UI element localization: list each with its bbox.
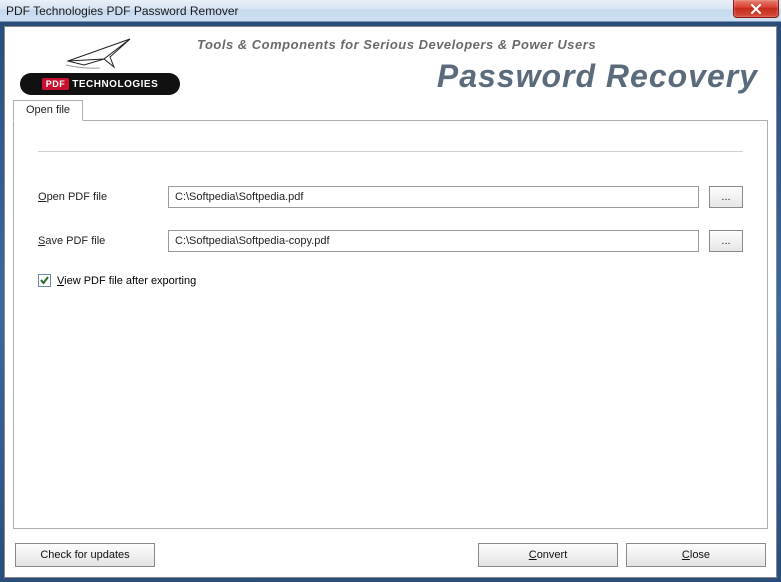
window-title: PDF Technologies PDF Password Remover [6, 4, 239, 18]
window-close-button[interactable] [733, 0, 779, 18]
brand-suffix: TECHNOLOGIES [72, 79, 158, 90]
check-updates-button[interactable]: Check for updates [15, 543, 155, 567]
tab-body: Open PDF file ... Save PDF file ... [13, 120, 768, 529]
close-icon [750, 4, 762, 14]
tab-row: Open file [13, 99, 768, 120]
checkmark-icon [39, 275, 50, 286]
panel-header: PDF TECHNOLOGIES Tools & Components for … [5, 27, 776, 99]
main-panel: PDF TECHNOLOGIES Tools & Components for … [4, 26, 777, 578]
brand-badge: PDF TECHNOLOGIES [20, 73, 180, 95]
open-file-row: Open PDF file ... [38, 186, 743, 208]
window-frame: PDF TECHNOLOGIES Tools & Components for … [0, 22, 781, 582]
tab-container: Open file Open PDF file ... Save PDF fil… [5, 99, 776, 537]
open-file-browse-button[interactable]: ... [709, 186, 743, 208]
tagline: Tools & Components for Serious Developer… [197, 37, 762, 52]
tab-open-file[interactable]: Open file [13, 100, 83, 121]
convert-button[interactable]: Convert [478, 543, 618, 567]
logo-block: PDF TECHNOLOGIES [15, 35, 185, 95]
header-text: Tools & Components for Serious Developer… [197, 35, 762, 95]
save-file-row: Save PDF file ... [38, 230, 743, 252]
paper-plane-icon [64, 35, 136, 71]
save-file-browse-button[interactable]: ... [709, 230, 743, 252]
divider [38, 151, 743, 152]
view-after-export-checkbox[interactable] [38, 274, 51, 287]
footer-buttons: Check for updates Convert Close [5, 537, 776, 577]
open-file-label: Open PDF file [38, 191, 168, 203]
save-file-input[interactable] [168, 230, 699, 252]
view-after-export-row: View PDF file after exporting [38, 274, 743, 287]
hero-title: Password Recovery [197, 58, 762, 95]
window-titlebar: PDF Technologies PDF Password Remover [0, 0, 781, 22]
open-file-input[interactable] [168, 186, 699, 208]
view-after-export-label: View PDF file after exporting [57, 275, 196, 287]
close-button[interactable]: Close [626, 543, 766, 567]
brand-prefix: PDF [42, 78, 70, 90]
save-file-label: Save PDF file [38, 235, 168, 247]
